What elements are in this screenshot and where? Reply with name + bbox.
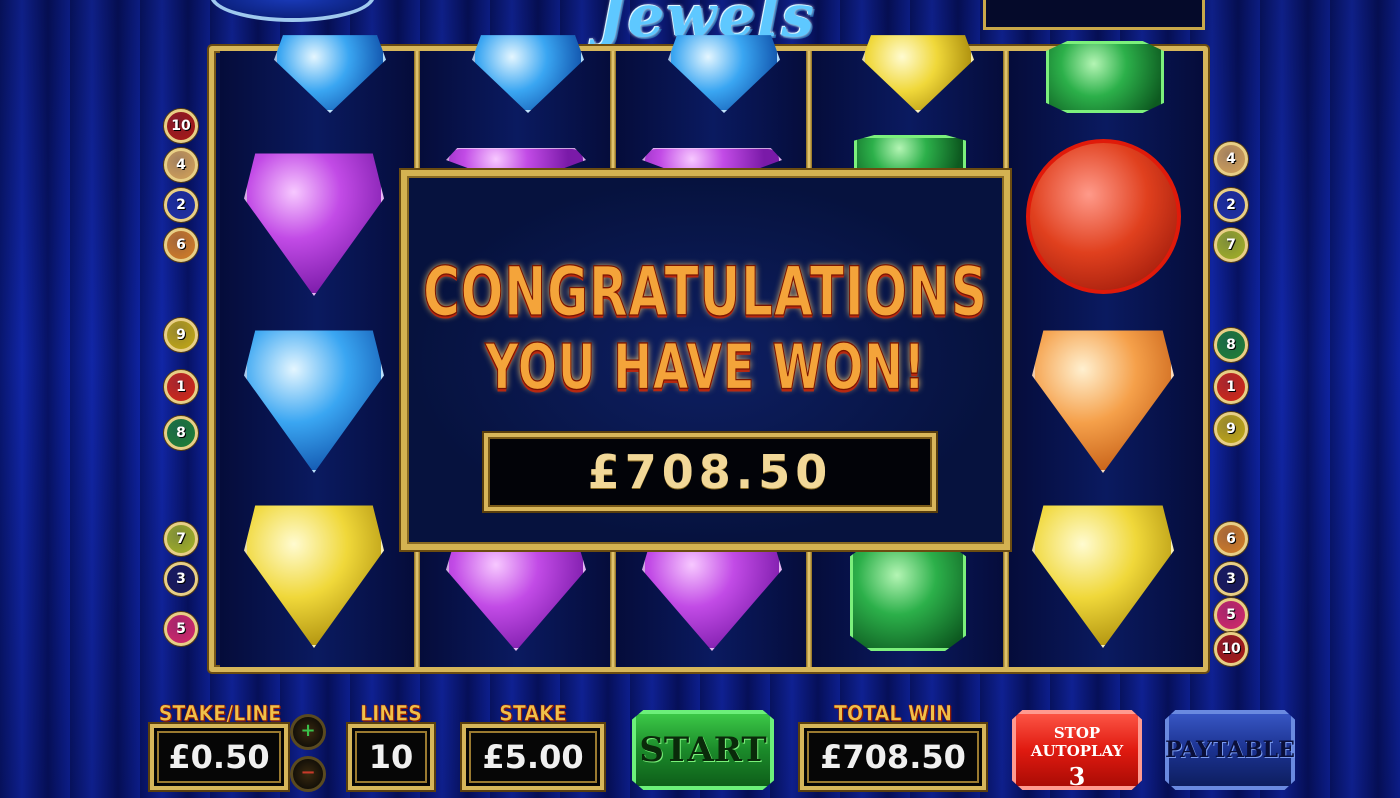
start-button[interactable]: START [632, 710, 774, 790]
payline-badge[interactable]: 8 [1214, 328, 1248, 362]
lines-label: LINES [360, 701, 422, 727]
win-heading: CONGRATULATIONS [423, 252, 988, 332]
top-info-display [983, 0, 1205, 30]
stake-per-line-label: STAKE/LINE [158, 701, 282, 727]
payline-badge[interactable]: 6 [164, 228, 198, 262]
game-logo-badge [210, 0, 375, 22]
payline-badge[interactable]: 10 [164, 109, 198, 143]
lines-display: 10 [348, 724, 434, 790]
stake-decrease-button[interactable]: − [290, 756, 326, 792]
green-emerald-icon [1046, 41, 1164, 113]
payline-badge[interactable]: 3 [164, 562, 198, 596]
payline-badge[interactable]: 5 [164, 612, 198, 646]
payline-badge[interactable]: 2 [164, 188, 198, 222]
green-emerald-icon [854, 135, 966, 175]
payline-badge[interactable]: 4 [1214, 142, 1248, 176]
payline-badge[interactable]: 4 [164, 148, 198, 182]
payline-badge[interactable]: 10 [1214, 632, 1248, 666]
green-emerald-icon [850, 541, 966, 651]
payline-badge[interactable]: 1 [164, 370, 198, 404]
payline-badge[interactable]: 1 [1214, 370, 1248, 404]
stop-autoplay-button[interactable]: STOP AUTOPLAY 3 [1012, 710, 1142, 790]
stake-display: £5.00 [462, 724, 604, 790]
payline-badge[interactable]: 9 [164, 318, 198, 352]
payline-badge[interactable]: 9 [1214, 412, 1248, 446]
stop-autoplay-label: STOP AUTOPLAY [1030, 724, 1124, 760]
total-win-label: TOTAL WIN [834, 701, 952, 727]
autoplay-count: 3 [1068, 762, 1086, 791]
paytable-button[interactable]: PAYTABLE [1165, 710, 1295, 790]
payline-badge[interactable]: 7 [164, 522, 198, 556]
payline-badge[interactable]: 5 [1214, 598, 1248, 632]
win-subheading: YOU HAVE WON! [485, 330, 926, 404]
stake-per-line-display: £0.50 [150, 724, 288, 790]
payline-badge[interactable]: 6 [1214, 522, 1248, 556]
total-win-display: £708.50 [800, 724, 986, 790]
payline-badge[interactable]: 7 [1214, 228, 1248, 262]
stake-label: STAKE [499, 701, 567, 727]
red-round-icon [1026, 139, 1181, 294]
win-amount: £708.50 [484, 433, 936, 511]
payline-badge[interactable]: 8 [164, 416, 198, 450]
payline-badge[interactable]: 2 [1214, 188, 1248, 222]
win-popup: CONGRATULATIONS YOU HAVE WON! £708.50 [401, 170, 1010, 550]
payline-badge[interactable]: 3 [1214, 562, 1248, 596]
stake-increase-button[interactable]: + [290, 714, 326, 750]
